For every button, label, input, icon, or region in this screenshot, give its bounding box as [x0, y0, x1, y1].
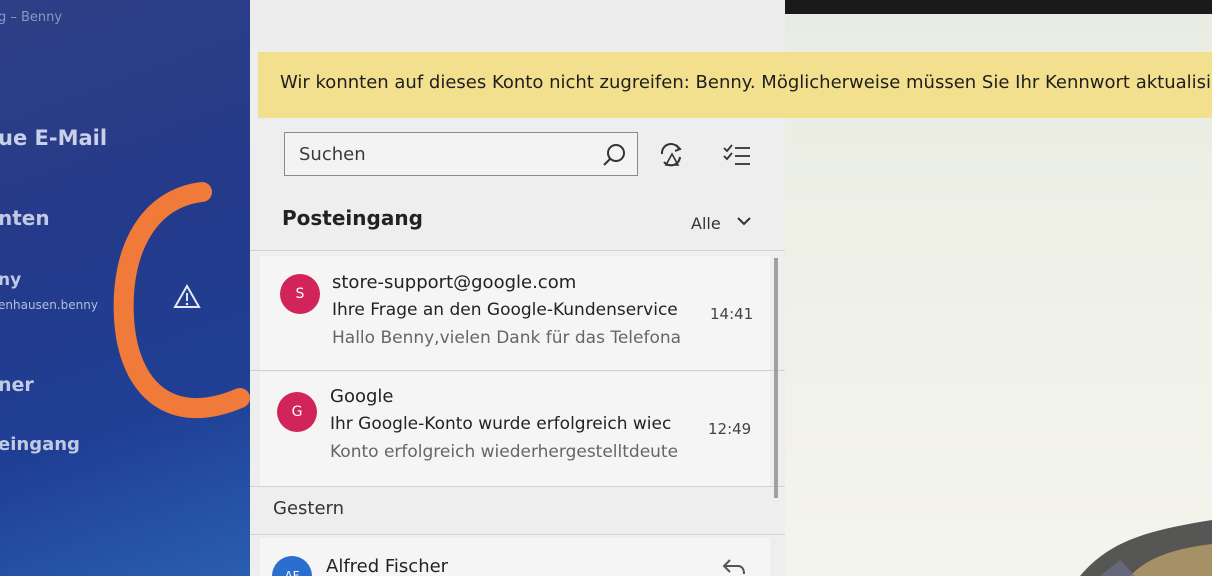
date-group-header: Gestern [273, 498, 345, 519]
divider [250, 370, 785, 371]
folders-button[interactable]: ner [0, 374, 34, 396]
search-box[interactable]: Suchen [284, 132, 638, 176]
message-item[interactable]: S store-support@google.com Ihre Frage an… [260, 256, 770, 370]
search-icon[interactable] [601, 142, 627, 168]
account-warning-banner[interactable]: Wir konnten auf dieses Konto nicht zugre… [258, 52, 1212, 118]
reply-icon[interactable] [720, 556, 746, 576]
accounts-button[interactable]: nten [0, 206, 50, 230]
orange-bracket-annotation [113, 182, 250, 418]
list-header-area [250, 0, 785, 50]
message-sender: store-support@google.com [332, 272, 577, 293]
sync-icon[interactable] [656, 140, 686, 170]
sender-avatar: G [277, 392, 317, 432]
message-subject: Ihr Google-Konto wurde erfolgreich wiec [330, 414, 672, 434]
nav-inbox-item[interactable]: eingang [0, 434, 80, 455]
folder-title: Posteingang [282, 206, 423, 230]
chevron-down-icon[interactable] [736, 214, 752, 228]
background-decoration [1080, 520, 1212, 576]
new-mail-button[interactable]: ue E-Mail [0, 126, 107, 150]
message-sender: Alfred Fischer [326, 556, 449, 576]
message-time: 12:49 [708, 420, 752, 438]
sender-avatar: AF [272, 556, 312, 576]
message-item[interactable]: AF Alfred Fischer [260, 538, 770, 576]
message-item[interactable]: G Google Ihr Google-Konto wurde erfolgre… [260, 372, 770, 486]
divider [250, 486, 785, 487]
message-sender: Google [330, 386, 394, 407]
warning-message: Wir konnten auf dieses Konto nicht zugre… [280, 72, 1212, 93]
search-input[interactable]: Suchen [299, 144, 366, 165]
scrollbar[interactable] [774, 258, 778, 498]
sender-avatar: S [280, 274, 320, 314]
message-time: 14:41 [710, 305, 754, 323]
account-name[interactable]: ny [0, 270, 21, 290]
divider [250, 250, 785, 251]
window-title: g – Benny [0, 10, 63, 25]
divider [250, 534, 785, 535]
filter-dropdown[interactable]: Alle [691, 214, 721, 233]
account-email: enhausen.benny [0, 298, 98, 312]
message-preview: Konto erfolgreich wiederhergestelltdeute [330, 442, 679, 462]
message-subject: Ihre Frage an den Google-Kundenservice [332, 300, 678, 320]
reading-pane-top-edge [785, 0, 1212, 14]
select-mode-icon[interactable] [722, 142, 752, 168]
message-preview: Hallo Benny,vielen Dank für das Telefona [332, 328, 682, 348]
